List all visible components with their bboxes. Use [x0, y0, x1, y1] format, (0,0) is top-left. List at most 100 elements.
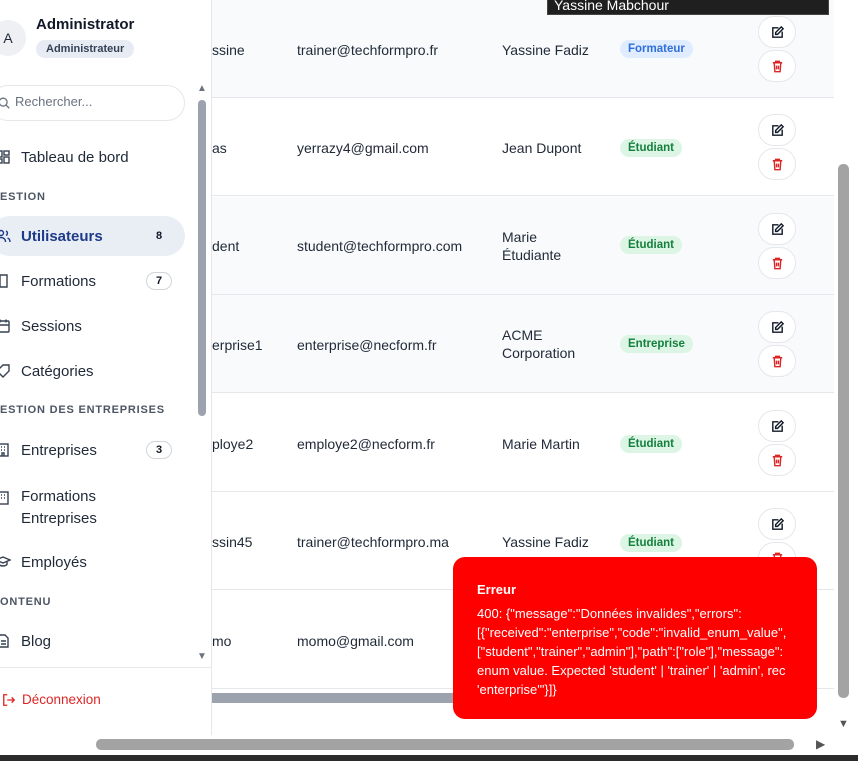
- role-badge: Entreprise: [620, 335, 693, 353]
- section-heading-contenu: ONTENU: [0, 596, 52, 608]
- sidebar-item-entreprises[interactable]: Entreprises 3: [0, 430, 185, 470]
- graduation-icon: [0, 556, 11, 567]
- search-input[interactable]: [15, 94, 165, 109]
- username-cell: erprise1: [212, 337, 263, 353]
- logout-label: Déconnexion: [22, 692, 101, 707]
- name-cell: Marie Étudiante: [502, 229, 562, 263]
- calendar-icon: [0, 319, 10, 333]
- toast-title: Erreur: [477, 582, 517, 597]
- toast-message: 400: {"message":"Données invalides","err…: [477, 606, 787, 697]
- delete-button[interactable]: [758, 247, 796, 279]
- edit-icon: [771, 517, 784, 530]
- edit-button[interactable]: [758, 311, 796, 343]
- user-tooltip: Yassine Mabchour: [547, 0, 829, 15]
- sidebar-scrollbar[interactable]: ▲ ▼: [196, 84, 208, 664]
- scroll-right-icon[interactable]: ▶: [816, 737, 825, 751]
- actions-cell: [706, 197, 834, 294]
- email-cell: trainer@techformpro.fr: [297, 42, 439, 58]
- building-icon: [0, 443, 9, 457]
- sidebar: A Administrator Administrateur Tableau d…: [0, 0, 212, 735]
- sidebar-item-formations[interactable]: Formations 7: [0, 261, 185, 301]
- document-icon: [0, 634, 9, 648]
- edit-button[interactable]: [758, 410, 796, 442]
- username-cell: mo: [212, 633, 232, 649]
- avatar: A: [0, 20, 26, 56]
- delete-button[interactable]: [758, 148, 796, 180]
- email-cell: trainer@techformpro.ma: [297, 534, 449, 550]
- actions-cell: [706, 295, 834, 392]
- logout-button[interactable]: Déconnexion: [2, 692, 101, 707]
- name-cell: Yassine Fadiz: [502, 534, 589, 550]
- role-badge: Administrateur: [36, 40, 135, 58]
- page-horizontal-scrollbar[interactable]: ▶: [0, 735, 834, 755]
- vertical-scroll-thumb[interactable]: [838, 164, 849, 698]
- user-name: Administrator: [36, 16, 135, 33]
- count-badge: 8: [155, 230, 163, 242]
- sidebar-item-categories[interactable]: Catégories: [0, 351, 185, 391]
- actions-cell: [706, 98, 834, 195]
- delete-button[interactable]: [758, 345, 796, 377]
- role-badge: Étudiant: [620, 236, 682, 254]
- edit-button[interactable]: [758, 508, 796, 540]
- sidebar-item-sessions[interactable]: Sessions: [0, 306, 185, 346]
- sidebar-item-employes[interactable]: Employés: [0, 542, 185, 582]
- role-badge: Formateur: [620, 40, 693, 58]
- delete-button[interactable]: [758, 444, 796, 476]
- table-row: as yerrazy4@gmail.com Jean Dupont Étudia…: [212, 98, 834, 196]
- trash-icon: [772, 355, 782, 367]
- delete-button[interactable]: [758, 50, 796, 82]
- edit-icon: [771, 222, 784, 235]
- edit-button[interactable]: [758, 16, 796, 48]
- username-cell: dent: [212, 238, 240, 254]
- count-badge: 3: [146, 441, 172, 459]
- sidebar-item-dashboard[interactable]: Tableau de bord: [0, 137, 185, 177]
- divider: [0, 667, 212, 668]
- users-icon: [0, 229, 11, 243]
- email-cell: employe2@necform.fr: [297, 436, 435, 452]
- role-badge: Étudiant: [620, 534, 682, 552]
- sidebar-item-blog[interactable]: Blog: [0, 621, 185, 661]
- table-row: ploye2 employe2@necform.fr Marie Martin …: [212, 394, 834, 492]
- username-cell: ploye2: [212, 436, 254, 452]
- section-heading-entreprises: ESTION DES ENTREPRISES: [0, 404, 165, 416]
- page-vertical-scrollbar[interactable]: ▼: [834, 0, 858, 761]
- username-cell: ssin45: [212, 534, 253, 550]
- table-horizontal-scrollbar[interactable]: [212, 693, 480, 703]
- name-cell: Marie Martin: [502, 436, 580, 452]
- table-row: dent student@techformpro.com Marie Étudi…: [212, 197, 834, 295]
- edit-icon: [771, 320, 784, 333]
- tag-icon: [0, 364, 10, 378]
- name-cell: ACME Corporation: [502, 327, 576, 361]
- edit-button[interactable]: [758, 114, 796, 146]
- sidebar-scroll-thumb[interactable]: [198, 100, 206, 416]
- sidebar-item-label: Entreprises: [21, 441, 97, 459]
- table-row: erprise1 enterprise@necform.fr ACME Corp…: [212, 295, 834, 393]
- scroll-up-icon[interactable]: ▲: [196, 84, 208, 94]
- name-cell: Yassine Fadiz: [502, 42, 589, 58]
- edit-button[interactable]: [758, 213, 796, 245]
- sidebar-item-formations-entreprises[interactable]: Formations Entreprises: [0, 483, 185, 529]
- scroll-down-icon[interactable]: ▼: [838, 718, 849, 730]
- window-edge: [0, 755, 858, 761]
- dashboard-icon: [0, 150, 10, 164]
- sidebar-item-label: Sessions: [21, 317, 82, 335]
- search-icon: [0, 97, 10, 109]
- count-badge: 7: [146, 272, 172, 290]
- book-icon: [0, 274, 8, 288]
- scroll-down-icon[interactable]: ▼: [196, 652, 208, 662]
- sidebar-item-label: Formations: [21, 272, 97, 290]
- trash-icon: [772, 60, 782, 72]
- sidebar-item-label: Catégories: [21, 362, 94, 380]
- trash-icon: [772, 158, 782, 170]
- search-box[interactable]: [0, 85, 185, 121]
- username-cell: as: [212, 140, 227, 156]
- role-badge: Étudiant: [620, 139, 682, 157]
- horizontal-scroll-thumb[interactable]: [96, 739, 794, 750]
- section-heading-gestion: ESTION: [0, 191, 46, 203]
- sidebar-item-label: Tableau de bord: [21, 148, 129, 166]
- name-cell: Jean Dupont: [502, 140, 582, 156]
- sidebar-item-label: Employés: [21, 553, 87, 571]
- trash-icon: [772, 257, 782, 269]
- sidebar-item-users[interactable]: Utilisateurs 8: [0, 216, 185, 256]
- error-toast[interactable]: Erreur 400: {"message":"Données invalide…: [453, 557, 817, 719]
